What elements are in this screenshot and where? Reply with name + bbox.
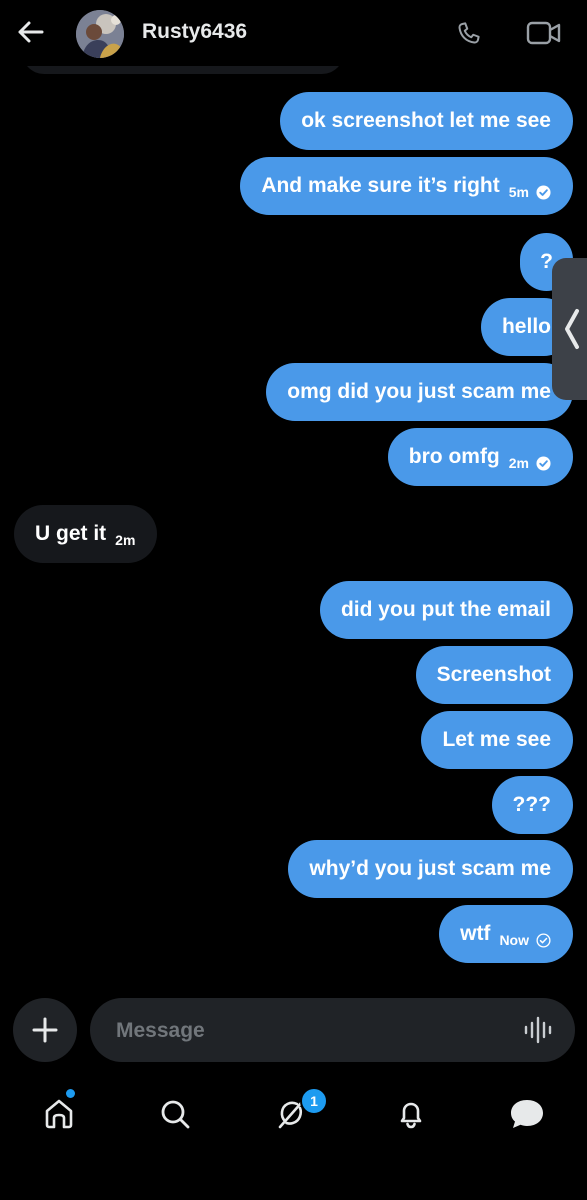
message-composer xyxy=(90,998,575,1064)
conversation-header: Rusty6436 xyxy=(0,0,587,66)
sent-check-icon xyxy=(536,932,551,948)
nav-notifications[interactable] xyxy=(389,1092,433,1136)
phone-icon xyxy=(458,22,480,44)
message-bubble-outgoing[interactable]: And make sure it’s right 5m xyxy=(240,157,573,215)
message-text: ??? xyxy=(512,793,551,816)
back-button[interactable] xyxy=(14,16,46,48)
contact-username[interactable]: Rusty6436 xyxy=(142,20,247,44)
message-bubble-outgoing[interactable]: omg did you just scam me xyxy=(266,363,573,421)
message-time: Now xyxy=(499,932,529,948)
message-text: wtf xyxy=(460,922,491,945)
message-meta: 5m xyxy=(509,184,551,200)
waveform-icon xyxy=(524,1016,552,1044)
message-meta: 2m xyxy=(115,532,135,548)
message-text: did you put the email xyxy=(340,598,551,621)
message-bubble-outgoing[interactable]: Screenshot xyxy=(415,646,573,704)
nav-search[interactable] xyxy=(153,1092,197,1136)
message-bubble-outgoing[interactable]: Let me see xyxy=(421,711,573,769)
arrow-left-icon xyxy=(18,21,44,43)
video-call-button[interactable] xyxy=(524,16,564,50)
message-text: Screenshot xyxy=(436,663,551,686)
message-bubble-outgoing[interactable]: wtf Now xyxy=(439,905,573,963)
message-time: 2m xyxy=(508,455,529,471)
message-text: And make sure it’s right xyxy=(261,174,500,197)
message-bubble-outgoing[interactable]: bro omfg 2m xyxy=(387,428,573,486)
chat-bubble-icon xyxy=(511,1100,543,1128)
home-notification-dot xyxy=(66,1089,75,1098)
message-text: hello xyxy=(501,315,551,338)
message-bubble-incoming[interactable]: U get it 2m xyxy=(14,505,158,563)
message-time: 5m xyxy=(508,184,529,200)
message-text: Let me see xyxy=(442,728,551,751)
search-icon xyxy=(161,1100,190,1129)
avatar-image xyxy=(76,10,124,58)
message-text: why’d you just scam me xyxy=(309,857,551,880)
message-input[interactable] xyxy=(114,998,508,1064)
call-button[interactable] xyxy=(452,16,486,50)
avatar[interactable] xyxy=(76,10,124,58)
nav-messages[interactable] xyxy=(505,1092,549,1136)
plus-icon xyxy=(32,1017,58,1043)
bell-icon xyxy=(400,1102,422,1129)
edge-panel-handle[interactable] xyxy=(552,258,587,400)
chevron-left-icon xyxy=(565,309,579,349)
message-meta: 2m xyxy=(509,455,551,471)
add-attachment-button[interactable] xyxy=(13,998,77,1062)
read-check-icon xyxy=(536,455,551,471)
nav-home[interactable] xyxy=(37,1092,81,1136)
message-bubble-outgoing[interactable]: did you put the email xyxy=(319,581,573,639)
message-text: bro omfg xyxy=(408,445,500,468)
bottom-navigation: 1 xyxy=(0,1075,587,1200)
message-bubble-outgoing[interactable]: ??? xyxy=(491,776,573,834)
message-text: omg did you just scam me xyxy=(287,380,551,403)
message-text: ok screenshot let me see xyxy=(301,109,551,132)
home-icon xyxy=(45,1099,73,1129)
voice-message-button[interactable] xyxy=(522,1015,554,1045)
message-meta: Now xyxy=(499,932,551,948)
message-list: ok screenshot let me see And make sure i… xyxy=(0,0,587,985)
message-bubble-outgoing[interactable]: ok screenshot let me see xyxy=(280,92,573,150)
grok-notification-badge: 1 xyxy=(300,1087,328,1115)
video-camera-icon xyxy=(526,21,561,45)
message-time: 2m xyxy=(115,532,136,548)
message-bubble-outgoing[interactable]: why’d you just scam me xyxy=(288,840,573,898)
message-text: U get it xyxy=(35,522,107,545)
read-check-icon xyxy=(536,184,551,200)
